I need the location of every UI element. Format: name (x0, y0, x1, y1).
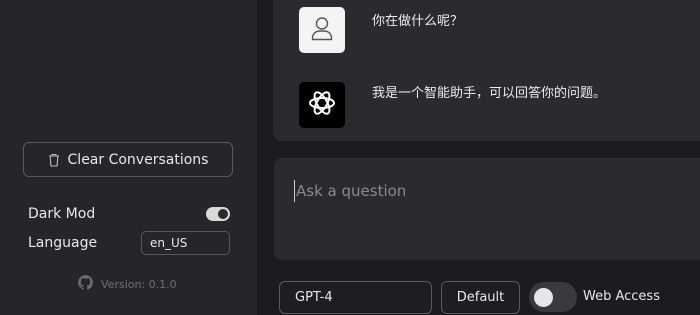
default-button[interactable]: Default (441, 281, 520, 314)
user-avatar (299, 7, 345, 53)
user-icon (310, 15, 334, 45)
model-select[interactable]: GPT-4 (279, 281, 432, 314)
version-text: Version: 0.1.0 (101, 277, 177, 291)
web-access-toggle[interactable] (529, 282, 577, 312)
dark-mode-row: Dark Mod (28, 202, 230, 226)
openai-logo-icon (306, 87, 338, 123)
sidebar: Clear Conversations Dark Mod Language en… (0, 0, 258, 315)
language-select[interactable]: en_US (141, 231, 230, 255)
dark-mode-toggle-knob (218, 209, 228, 219)
dark-mode-label: Dark Mod (28, 206, 96, 222)
assistant-avatar (299, 82, 345, 128)
dark-mode-toggle[interactable] (206, 207, 230, 221)
web-access-label: Web Access (583, 289, 660, 304)
language-row: Language en_US (28, 231, 230, 255)
web-access-toggle-knob (534, 288, 553, 307)
language-label: Language (28, 235, 98, 251)
composer-panel (274, 158, 700, 260)
clear-conversations-button[interactable]: Clear Conversations (23, 142, 233, 177)
github-icon[interactable] (78, 275, 93, 293)
trash-icon (48, 153, 60, 167)
user-message: 你在做什么呢？ (372, 14, 464, 29)
question-input[interactable] (294, 180, 674, 202)
assistant-message: 我是一个智能助手，可以回答你的问题。 (372, 86, 607, 101)
version-info: Version: 0.1.0 (78, 275, 177, 293)
clear-conversations-label: Clear Conversations (67, 151, 209, 168)
